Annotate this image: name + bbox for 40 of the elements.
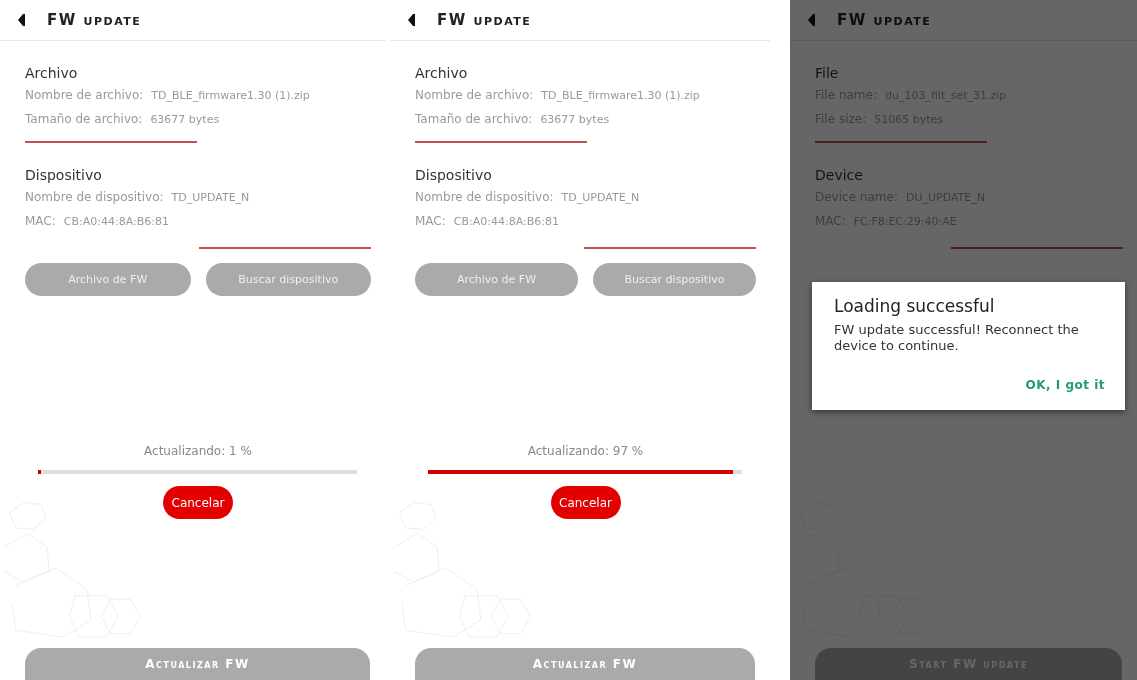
field-label: Nombre de archivo: [25, 88, 144, 102]
progress-label: Actualizando: 1 % [144, 444, 252, 458]
field-label: Nombre de archivo: [415, 88, 534, 102]
cancel-button[interactable]: Cancelar [550, 486, 621, 519]
field-value: 63677 bytes [540, 112, 610, 126]
field-label: Tamaño de archivo: [415, 112, 533, 126]
dialog-message: FW update successful! Reconnect the device to continue. [834, 322, 1080, 354]
section-heading: Device [815, 167, 864, 183]
update-button[interactable]: Actualizar FW [25, 648, 370, 680]
field-label: Tamaño de archivo: [25, 112, 143, 126]
screen-title: FW update [47, 11, 142, 29]
field-value: 63677 bytes [150, 112, 220, 126]
field-label: MAC: [25, 214, 56, 228]
field-value: TD_UPDATE_N [561, 190, 640, 204]
section-heading: File [815, 65, 840, 81]
screen-title: FW update [437, 11, 532, 29]
field-label: Nombre de dispositivo: [25, 190, 164, 204]
back-icon[interactable] [18, 13, 25, 27]
section-heading: Dispositivo [25, 167, 103, 183]
field-label: Nombre de dispositivo: [415, 190, 554, 204]
dialog-title: Loading successful [834, 296, 996, 316]
field-value: CB:A0:44:8A:B6:81 [63, 214, 169, 228]
update-button[interactable]: Actualizar FW [415, 648, 755, 680]
section-heading: Archivo [25, 65, 79, 81]
field-label: MAC: [415, 214, 446, 228]
section-heading: Dispositivo [415, 167, 493, 183]
cancel-button[interactable]: Cancelar [163, 486, 233, 519]
field-value: TD_BLE_firmware1.30 (1).zip [151, 88, 310, 102]
field-value: CB:A0:44:8A:B6:81 [453, 214, 559, 228]
action-button[interactable]: Buscar dispositivo [205, 263, 371, 296]
section-heading: Archivo [415, 65, 469, 81]
action-button[interactable]: Archivo de FW [415, 263, 578, 296]
action-button[interactable]: Buscar dispositivo [593, 263, 756, 296]
back-icon[interactable] [408, 13, 415, 27]
field-value: TD_UPDATE_N [171, 190, 250, 204]
progress-label: Actualizando: 97 % [527, 444, 644, 458]
action-button[interactable]: Archivo de FW [25, 263, 191, 296]
screen-title: FW update [837, 11, 932, 29]
field-value: TD_BLE_firmware1.30 (1).zip [541, 88, 700, 102]
ok-button[interactable]: OK, I got it [1025, 374, 1105, 396]
